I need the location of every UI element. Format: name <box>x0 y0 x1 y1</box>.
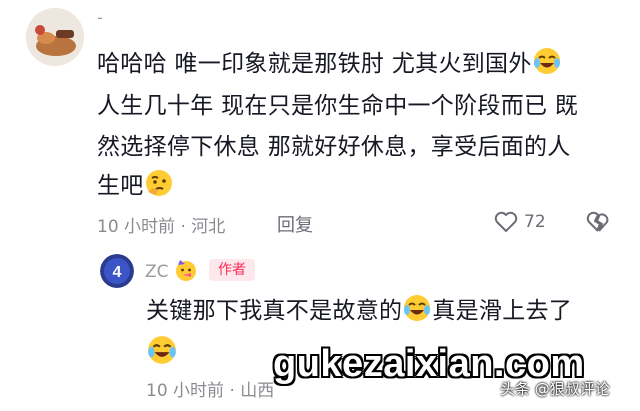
reply-text-continued: 真是滑上去了 <box>432 298 573 324</box>
svg-text:4: 4 <box>113 264 122 281</box>
comment-text: 生吧 <box>97 173 144 199</box>
heart-outline-icon[interactable] <box>493 209 519 235</box>
like-count: 72 <box>524 212 546 232</box>
comment-line-3: 然选择停下休息 那就好好休息，享受后面的人 <box>97 134 571 160</box>
comment-line-4: 生吧 <box>97 166 174 206</box>
reply-username[interactable]: ZC <box>145 262 169 282</box>
comment-line-1: 哈哈哈 唯一印象就是那铁肘 尤其火到国外 <box>97 44 562 84</box>
source-watermark: 头条 @狠叔评论 <box>500 380 610 398</box>
meta-separator: · <box>229 381 235 401</box>
reply-meta: 10 小时前 · 山西 <box>146 376 274 401</box>
comment-line-2: 人生几十年 现在只是你生命中一个阶段而已 既 <box>97 93 579 119</box>
reply-username-row: ZC <box>145 258 198 282</box>
broken-heart-icon[interactable] <box>584 209 612 235</box>
comment-time: 10 小时前 <box>97 217 176 237</box>
commenter-username[interactable]: - <box>97 8 103 27</box>
party-face-emoji <box>174 258 198 282</box>
laughing-crying-emoji <box>532 46 562 76</box>
comment-meta: 10 小时前 · 河北 <box>97 212 225 237</box>
comment-text: 哈哈哈 唯一印象就是那铁肘 尤其火到国外 <box>97 51 532 77</box>
thinking-emoji <box>144 168 174 198</box>
laughing-crying-emoji <box>402 293 432 323</box>
author-badge: 作者 <box>209 259 255 281</box>
meta-separator: · <box>180 217 186 237</box>
reply-text: 关键那下我真不是故意的 <box>146 298 403 324</box>
reply-avatar[interactable]: 4 <box>100 254 134 288</box>
reply-location: 山西 <box>240 381 275 401</box>
reply-line-1: 关键那下我真不是故意的 真是滑上去了 <box>146 291 572 331</box>
commenter-avatar[interactable] <box>26 8 84 66</box>
reply-button[interactable]: 回复 <box>277 211 313 237</box>
comment-location: 河北 <box>191 217 226 237</box>
reply-time: 10 小时前 <box>146 381 225 401</box>
laughing-crying-emoji <box>146 334 178 366</box>
